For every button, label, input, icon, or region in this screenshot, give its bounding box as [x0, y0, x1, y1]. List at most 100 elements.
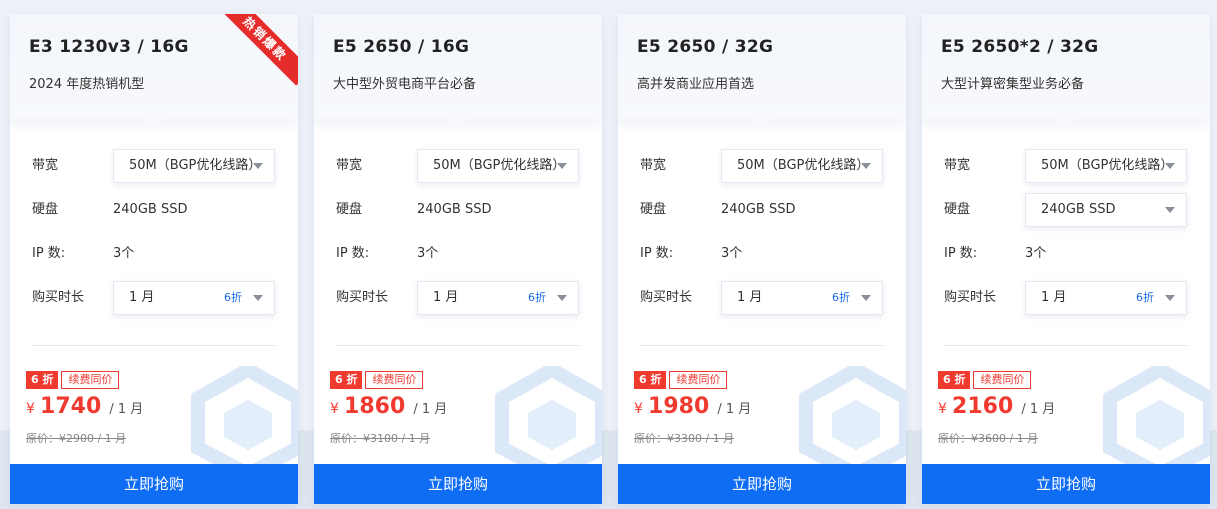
renew-tag: 续费同价 — [365, 371, 424, 389]
duration-label: 购买时长 — [944, 290, 997, 305]
card-header: E5 2650 / 16G 大中型外贸电商平台必备 — [314, 14, 602, 119]
duration-discount-badge: 6折 — [832, 291, 850, 304]
chevron-down-icon — [861, 163, 871, 169]
disk-label: 硬盘 — [336, 202, 363, 217]
disk-row: 硬盘 240GB SSD — [336, 193, 586, 227]
card-subtitle: 大型计算密集型业务必备 — [941, 77, 1085, 92]
disk-row: 硬盘 240GB SSD — [32, 193, 282, 227]
ip-label: IP 数: — [944, 246, 978, 261]
buy-now-button[interactable]: 立即抢购 — [10, 464, 298, 504]
bandwidth-label: 带宽 — [336, 158, 363, 173]
divider — [640, 345, 884, 346]
hexagon-decoration-icon — [799, 366, 906, 476]
hexagon-decoration-icon — [1103, 366, 1210, 476]
card-title: E5 2650*2 / 32G — [941, 37, 1099, 57]
currency-symbol: ¥ — [26, 401, 35, 417]
duration-select[interactable]: 1 月 6折 — [113, 281, 275, 315]
disk-value: 240GB SSD — [721, 202, 796, 217]
card-subtitle: 2024 年度热销机型 — [29, 77, 145, 92]
price: ¥ 1740 / 1 月 — [26, 394, 143, 419]
currency-symbol: ¥ — [330, 401, 339, 417]
chevron-down-icon — [253, 295, 263, 301]
bandwidth-select[interactable]: 50M（BGP优化线路） — [113, 149, 275, 183]
card-header: E3 1230v3 / 16G 2024 年度热销机型 热销爆款 — [10, 14, 298, 119]
original-price: 原价：¥3100 / 1 月 — [330, 432, 431, 445]
product-card: E5 2650 / 32G 高并发商业应用首选 带宽 50M（BGP优化线路） … — [618, 14, 906, 504]
buy-now-button[interactable]: 立即抢购 — [314, 464, 602, 504]
original-price: 原价：¥2900 / 1 月 — [26, 432, 127, 445]
chevron-down-icon — [1165, 295, 1175, 301]
divider — [32, 345, 276, 346]
disk-row: 硬盘 240GB SSD — [640, 193, 890, 227]
duration-select[interactable]: 1 月 6折 — [721, 281, 883, 315]
discount-tag: 6 折 — [26, 371, 59, 389]
duration-label: 购买时长 — [336, 290, 389, 305]
disk-select[interactable]: 240GB SSD — [1025, 193, 1187, 227]
chevron-down-icon — [253, 163, 263, 169]
duration-row: 购买时长 1 月 6折 — [944, 281, 1194, 315]
discount-tag: 6 折 — [938, 371, 971, 389]
ip-row: IP 数: 3个 — [32, 237, 282, 271]
disk-label: 硬盘 — [640, 202, 667, 217]
duration-discount-badge: 6折 — [528, 291, 546, 304]
duration-discount-badge: 6折 — [1136, 291, 1154, 304]
bandwidth-value: 50M（BGP优化线路） — [1041, 158, 1166, 173]
chevron-down-icon — [557, 163, 567, 169]
product-cards: E3 1230v3 / 16G 2024 年度热销机型 热销爆款 带宽 50M（… — [0, 0, 1217, 509]
currency-symbol: ¥ — [938, 401, 947, 417]
disk-row: 硬盘 240GB SSD — [944, 193, 1194, 227]
ip-value: 3个 — [721, 246, 743, 261]
ip-row: IP 数: 3个 — [336, 237, 586, 271]
duration-label: 购买时长 — [640, 290, 693, 305]
ip-label: IP 数: — [32, 246, 66, 261]
duration-select[interactable]: 1 月 6折 — [1025, 281, 1187, 315]
bandwidth-select[interactable]: 50M（BGP优化线路） — [1025, 149, 1187, 183]
bandwidth-label: 带宽 — [944, 158, 971, 173]
ip-row: IP 数: 3个 — [944, 237, 1194, 271]
chevron-down-icon — [1165, 207, 1175, 213]
bandwidth-row: 带宽 50M（BGP优化线路） — [32, 149, 282, 183]
price-value: 1860 — [344, 394, 406, 419]
duration-select[interactable]: 1 月 6折 — [417, 281, 579, 315]
card-header: E5 2650 / 32G 高并发商业应用首选 — [618, 14, 906, 119]
hot-ribbon: 热销爆款 — [218, 14, 298, 94]
price-tags: 6 折续费同价 — [26, 371, 120, 389]
price-unit: / 1 月 — [717, 402, 752, 417]
buy-now-button[interactable]: 立即抢购 — [922, 464, 1210, 504]
discount-tag: 6 折 — [634, 371, 667, 389]
price-tags: 6 折续费同价 — [938, 371, 1032, 389]
card-header: E5 2650*2 / 32G 大型计算密集型业务必备 — [922, 14, 1210, 119]
buy-now-button[interactable]: 立即抢购 — [618, 464, 906, 504]
currency-symbol: ¥ — [634, 401, 643, 417]
bandwidth-row: 带宽 50M（BGP优化线路） — [640, 149, 890, 183]
duration-row: 购买时长 1 月 6折 — [32, 281, 282, 315]
duration-row: 购买时长 1 月 6折 — [336, 281, 586, 315]
duration-row: 购买时长 1 月 6折 — [640, 281, 890, 315]
price-unit: / 1 月 — [413, 402, 448, 417]
disk-value: 240GB SSD — [1041, 202, 1116, 217]
chevron-down-icon — [557, 295, 567, 301]
ip-value: 3个 — [417, 246, 439, 261]
hexagon-decoration-icon — [495, 366, 602, 476]
price-unit: / 1 月 — [109, 402, 144, 417]
bandwidth-value: 50M（BGP优化线路） — [129, 158, 254, 173]
discount-tag: 6 折 — [330, 371, 363, 389]
price-tags: 6 折续费同价 — [634, 371, 728, 389]
price: ¥ 2160 / 1 月 — [938, 394, 1055, 419]
divider — [336, 345, 580, 346]
price: ¥ 1980 / 1 月 — [634, 394, 751, 419]
bandwidth-value: 50M（BGP优化线路） — [433, 158, 558, 173]
bandwidth-select[interactable]: 50M（BGP优化线路） — [417, 149, 579, 183]
card-subtitle: 大中型外贸电商平台必备 — [333, 77, 477, 92]
hexagon-decoration-icon — [191, 366, 298, 476]
product-card: E3 1230v3 / 16G 2024 年度热销机型 热销爆款 带宽 50M（… — [10, 14, 298, 504]
bandwidth-select[interactable]: 50M（BGP优化线路） — [721, 149, 883, 183]
renew-tag: 续费同价 — [61, 371, 120, 389]
card-title: E3 1230v3 / 16G — [29, 37, 189, 57]
ip-row: IP 数: 3个 — [640, 237, 890, 271]
duration-label: 购买时长 — [32, 290, 85, 305]
product-card: E5 2650 / 16G 大中型外贸电商平台必备 带宽 50M（BGP优化线路… — [314, 14, 602, 504]
duration-discount-badge: 6折 — [224, 291, 242, 304]
bandwidth-row: 带宽 50M（BGP优化线路） — [336, 149, 586, 183]
renew-tag: 续费同价 — [973, 371, 1032, 389]
